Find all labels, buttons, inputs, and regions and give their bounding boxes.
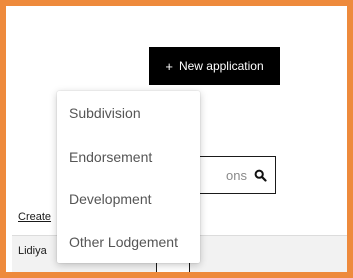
created-column-header[interactable]: Create: [18, 211, 51, 223]
search-icon[interactable]: [254, 169, 267, 182]
row-name: Lidiya: [18, 245, 47, 257]
application-type-menu: Subdivision Endorsement Development Othe…: [57, 91, 200, 263]
menu-item-endorsement[interactable]: Endorsement: [69, 149, 152, 165]
new-application-button[interactable]: + New application: [149, 47, 280, 85]
menu-item-other-lodgement[interactable]: Other Lodgement: [69, 234, 178, 250]
menu-item-development[interactable]: Development: [69, 191, 152, 207]
row-action-button[interactable]: [156, 261, 190, 272]
menu-item-subdivision[interactable]: Subdivision: [69, 105, 141, 121]
plus-icon: +: [165, 58, 173, 74]
new-application-label: New application: [178, 59, 264, 73]
app-frame: + New application Create Lidiya Subdivis…: [0, 0, 353, 278]
